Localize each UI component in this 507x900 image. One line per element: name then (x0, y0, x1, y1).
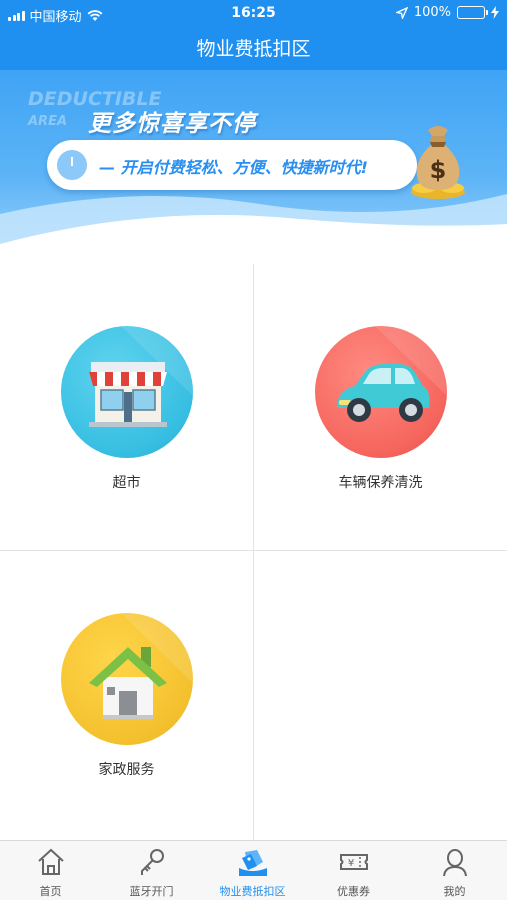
status-right: 100% (395, 5, 499, 20)
charging-icon (491, 6, 499, 19)
tab-home[interactable]: 首页 (0, 841, 101, 900)
tab-profile[interactable]: 我的 (404, 841, 505, 900)
location-icon (395, 6, 408, 19)
tab-bar: 首页 蓝牙开门 物业费抵扣区 ¥ 优惠券 我的 (0, 840, 507, 900)
service-car-care[interactable]: 车辆保养清洗 (254, 264, 507, 550)
tab-label: 蓝牙开门 (129, 885, 174, 898)
empty-cell (254, 551, 507, 837)
service-label: 超市 (112, 475, 141, 491)
app-screen: 中国移动 16:25 100% 物业费抵扣区 DEDUCTIBLE AREA 更… (0, 0, 507, 900)
service-supermarket[interactable]: 超市 (0, 264, 253, 550)
tab-property-fee-deduction[interactable]: 物业费抵扣区 (202, 841, 303, 900)
nav-bar: 物业费抵扣区 (0, 28, 507, 70)
house-icon (61, 613, 193, 745)
banner-wave (0, 194, 507, 264)
car-icon (315, 326, 447, 458)
key-icon (140, 849, 164, 875)
banner-title: 更多惊喜享不停 (88, 111, 256, 137)
home-icon (37, 848, 64, 875)
svg-text:¥: ¥ (347, 858, 353, 869)
promo-banner[interactable]: DEDUCTIBLE AREA 更多惊喜享不停 — 开启付费轻松、方便、快捷新时… (0, 70, 507, 264)
user-icon (442, 849, 467, 877)
service-label: 车辆保养清洗 (338, 475, 423, 491)
tab-label: 首页 (39, 885, 62, 898)
page-title: 物业费抵扣区 (196, 38, 311, 60)
service-housekeeping[interactable]: 家政服务 (0, 551, 253, 837)
service-label: 家政服务 (98, 762, 155, 778)
tab-bluetooth-door[interactable]: 蓝牙开门 (101, 841, 202, 900)
coupon-icon: ¥ (339, 854, 368, 870)
deduction-tag-icon (238, 850, 267, 876)
tab-label: 优惠券 (337, 885, 370, 898)
supermarket-icon (61, 326, 193, 458)
battery-icon (457, 6, 488, 19)
banner-english-line-2: AREA (28, 114, 68, 129)
tab-label: 我的 (443, 885, 466, 898)
tab-coupons[interactable]: ¥ 优惠券 (303, 841, 404, 900)
service-grid: 超市 车辆保养清洗 家政服务 (0, 264, 507, 840)
tab-label: 物业费抵扣区 (219, 885, 286, 898)
status-bar: 中国移动 16:25 100% (0, 0, 507, 28)
battery-percent: 100% (413, 5, 451, 20)
